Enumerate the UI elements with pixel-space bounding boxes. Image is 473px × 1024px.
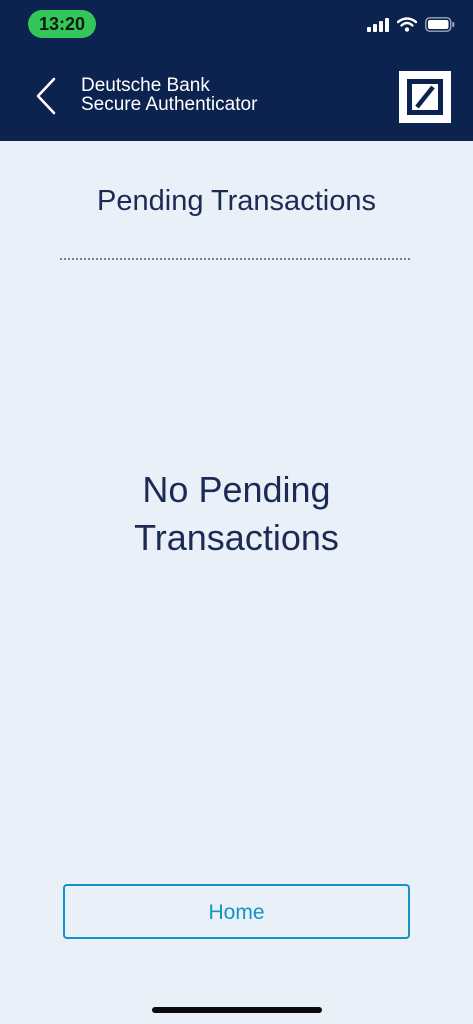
empty-state-message: No Pending Transactions [0, 466, 473, 562]
dotted-divider [60, 258, 410, 260]
home-button[interactable]: Home [63, 884, 410, 939]
back-button[interactable] [26, 74, 66, 122]
battery-icon [425, 17, 455, 37]
empty-state-line2: Transactions [134, 517, 339, 558]
home-indicator[interactable] [152, 1007, 322, 1013]
app-title: Deutsche Bank Secure Authenticator [81, 76, 257, 114]
app-title-line1: Deutsche Bank [81, 75, 210, 96]
logo-mark-icon [407, 79, 443, 115]
status-time: 13:20 [28, 10, 96, 38]
cellular-signal-icon [367, 17, 389, 37]
chevron-left-icon [34, 77, 58, 120]
page-title: Pending Transactions [97, 185, 376, 217]
empty-state-line1: No Pending [142, 469, 331, 510]
status-icons [367, 16, 455, 38]
deutsche-bank-logo [399, 71, 451, 123]
app-title-line2: Secure Authenticator [81, 94, 258, 115]
wifi-icon [396, 17, 418, 37]
app-header: 13:20 Deutsche Bank Secure Authenticator [0, 0, 473, 141]
